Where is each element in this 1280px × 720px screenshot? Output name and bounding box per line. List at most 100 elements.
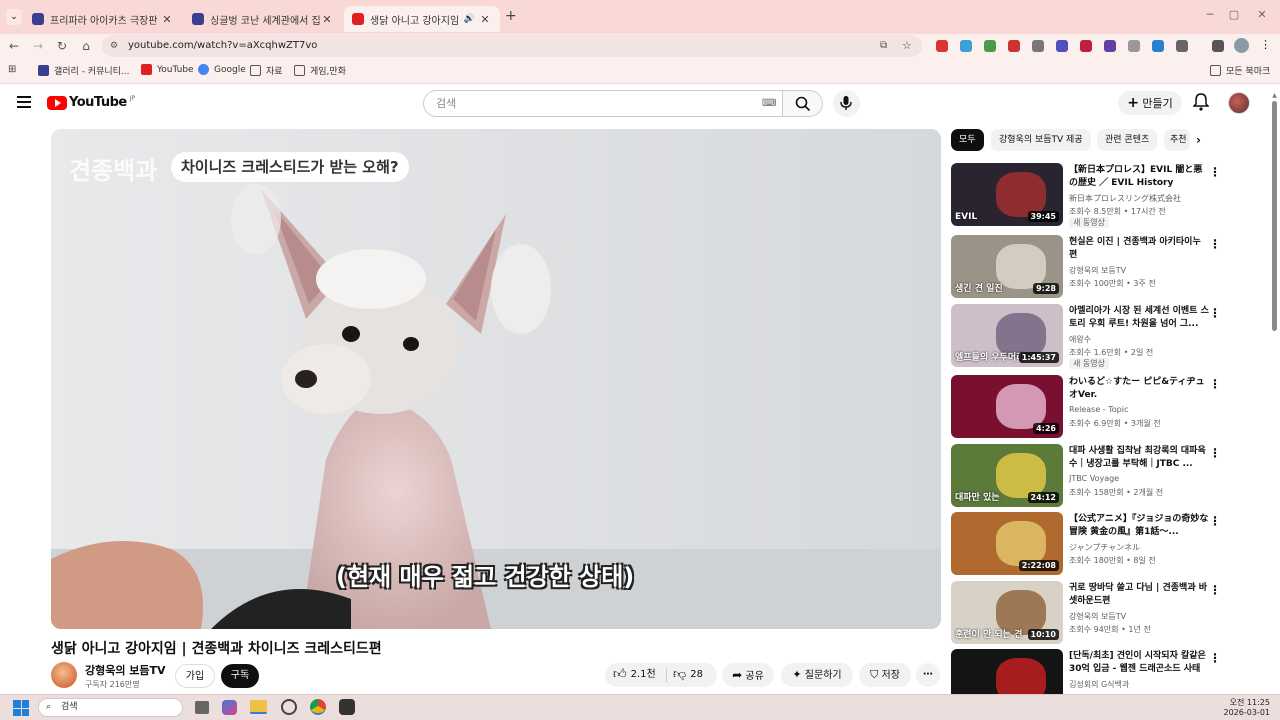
more-options-icon[interactable]: ⋮: [1209, 514, 1221, 528]
video-thumbnail[interactable]: 4:26: [951, 375, 1063, 438]
extension-icon[interactable]: [1080, 40, 1092, 52]
chips-next-chevron-icon[interactable]: ›: [1196, 133, 1201, 147]
close-window-icon[interactable]: ✕: [1252, 8, 1272, 21]
recommendation-title[interactable]: 귀로 땅바닥 쓸고 다님 | 견종백과 바셋하운드편: [1069, 582, 1209, 608]
browser-tab-1[interactable]: 프리파라 아이카츠 극장판 후기 ✕: [24, 6, 182, 32]
channel-avatar[interactable]: [51, 662, 77, 688]
video-thumbnail[interactable]: 대파만 있는 24:12: [951, 444, 1063, 507]
more-options-icon[interactable]: ⋮: [1209, 306, 1221, 320]
tab-close-icon[interactable]: ✕: [160, 13, 174, 26]
recommendation-channel[interactable]: 강형욱의 보듬TV: [1069, 611, 1126, 622]
extension-icon[interactable]: [1008, 40, 1020, 52]
apps-grid-icon[interactable]: ⊞: [8, 64, 16, 75]
join-button[interactable]: 가입: [175, 664, 215, 688]
more-options-icon[interactable]: ⋮: [1209, 237, 1221, 251]
profile-avatar[interactable]: [1234, 38, 1249, 53]
home-icon[interactable]: ⌂: [78, 38, 94, 54]
chip-all[interactable]: 모두: [951, 129, 984, 151]
extensions-puzzle-icon[interactable]: [1176, 40, 1188, 52]
extension-icon[interactable]: [1104, 40, 1116, 52]
recommendation-item[interactable]: 생긴 견 일진 9:28 현실은 이진 | 견종백과 아키타이누편강형욱의 보듬TV…: [951, 235, 1221, 299]
chip-channel[interactable]: 강형욱의 보듬TV 제공: [991, 129, 1091, 151]
browser-tab-active[interactable]: 생닭 아니고 강아지임 | 견종 🔊 ✕: [344, 6, 500, 32]
bookmark-gallery[interactable]: 갤러리 - 커뮤니티...: [38, 64, 130, 77]
video-thumbnail[interactable]: 생긴 견 일진 9:28: [951, 235, 1063, 298]
youtube-logo[interactable]: YouTube JP: [47, 95, 135, 110]
more-options-icon[interactable]: ⋮: [1209, 651, 1221, 665]
share-button[interactable]: ➦ 공유: [722, 663, 774, 687]
install-app-icon[interactable]: ⧉: [880, 35, 887, 57]
recommendation-channel[interactable]: ジャンプチャンネル: [1069, 542, 1140, 553]
video-thumbnail[interactable]: 훈련이 안 되는 견 10:10: [951, 581, 1063, 644]
recommendation-item[interactable]: 훈련이 안 되는 견 10:10 귀로 땅바닥 쓸고 다님 | 견종백과 바셋하운드…: [951, 581, 1221, 645]
recommendation-title[interactable]: 【公式アニメ】『ジョジョの奇妙な冒険 黄金の風』第1話〜...: [1069, 513, 1209, 539]
voice-search-button[interactable]: [833, 90, 860, 117]
recommendation-channel[interactable]: 강형욱의 보듬TV: [1069, 265, 1126, 276]
audio-playing-icon[interactable]: 🔊: [464, 14, 475, 24]
scrollbar-thumb[interactable]: [1272, 101, 1277, 331]
keyboard-icon[interactable]: ⌨: [762, 91, 776, 116]
more-actions-button[interactable]: ⋯: [916, 663, 940, 687]
recommendation-channel[interactable]: 新日本プロレスリング株式会社: [1069, 193, 1181, 204]
recommendation-channel[interactable]: 김성회의 G식백과: [1069, 679, 1129, 690]
chip-related[interactable]: 관련 콘텐츠: [1097, 129, 1158, 151]
reading-list-icon[interactable]: [1212, 40, 1224, 52]
more-options-icon[interactable]: ⋮: [1209, 377, 1221, 391]
extension-icon[interactable]: [1056, 40, 1068, 52]
video-player[interactable]: 견종백과 차이니즈 크레스티드가 받는 오해? (현재 매우 젊고 건강한 상태…: [51, 129, 941, 629]
like-button[interactable]: 👍︎ 2.1천: [613, 663, 656, 687]
chrome-icon[interactable]: [310, 699, 326, 715]
bookmark-folder-resources[interactable]: 자료: [250, 64, 283, 77]
recommendation-title[interactable]: 아멜리아가 시장 된 세계선 이벤트 스토리 우회 루트! 차원을 넘어 그..…: [1069, 305, 1209, 331]
recommendation-title[interactable]: わいるど☆すたー ピピ&ティヂュオVer.: [1069, 376, 1209, 402]
recommendation-item[interactable]: 엘프들의 우두머리 1:45:37 아멜리아가 시장 된 세계선 이벤트 스토리 우…: [951, 304, 1221, 369]
recommendation-title[interactable]: 대파 사생활 집착남 최강록의 대파육수｜냉장고를 부탁해｜JTBC ...: [1069, 445, 1209, 471]
save-button[interactable]: ⛉ 저장: [859, 663, 911, 687]
recommendation-title[interactable]: 【新日本プロレス】EVIL 闇と悪の歴史 ／ EVIL History 2015…: [1069, 164, 1209, 190]
tab-close-icon[interactable]: ✕: [320, 13, 334, 26]
forward-arrow-icon[interactable]: →: [30, 38, 46, 54]
more-options-icon[interactable]: ⋮: [1209, 583, 1221, 597]
clock-date[interactable]: 2026-03-01: [1218, 708, 1271, 717]
app-icon[interactable]: [339, 699, 355, 715]
recommendation-channel[interactable]: Release - Topic: [1069, 405, 1128, 414]
site-info-icon[interactable]: ⚙: [110, 35, 118, 57]
recommendation-item[interactable]: 2:22:08 【公式アニメ】『ジョジョの奇妙な冒険 黄金の風』第1話〜... ジャ…: [951, 512, 1221, 576]
extension-icon[interactable]: [984, 40, 996, 52]
bookmark-google[interactable]: Google: [198, 64, 246, 75]
file-explorer-icon[interactable]: [250, 700, 267, 714]
video-thumbnail[interactable]: EVIL 39:45: [951, 163, 1063, 226]
video-thumbnail[interactable]: 엘프들의 우두머리 1:45:37: [951, 304, 1063, 367]
task-view-icon[interactable]: [195, 701, 209, 714]
channel-name[interactable]: 강형욱의 보듬TV: [85, 662, 166, 678]
recommendation-item[interactable]: 대파만 있는 24:12 대파 사생활 집착남 최강록의 대파육수｜냉장고를 부탁해…: [951, 444, 1221, 508]
search-button[interactable]: [782, 90, 823, 117]
create-button[interactable]: + 만들기: [1118, 91, 1182, 115]
subscribe-button[interactable]: 구독: [221, 664, 259, 688]
browser-menu-icon[interactable]: ⋮: [1260, 38, 1271, 51]
new-tab-plus-icon[interactable]: +: [505, 8, 517, 24]
tab-list-dropdown-icon[interactable]: ⌄: [6, 9, 22, 25]
scrollbar-up-arrow-icon[interactable]: ▲: [1271, 92, 1278, 99]
minimize-icon[interactable]: ─: [1200, 8, 1220, 21]
more-options-icon[interactable]: ⋮: [1209, 165, 1221, 179]
recommendation-title[interactable]: 현실은 이진 | 견종백과 아키타이누편: [1069, 236, 1209, 262]
recommendation-item[interactable]: EVIL 39:45 【新日本プロレス】EVIL 闇と悪の歴史 ／ EVIL His…: [951, 163, 1221, 228]
maximize-icon[interactable]: ▢: [1224, 8, 1244, 21]
download-icon[interactable]: [1152, 40, 1164, 52]
extension-icon[interactable]: [1032, 40, 1044, 52]
account-avatar[interactable]: [1228, 92, 1250, 114]
recommendation-channel[interactable]: 애왕수: [1069, 334, 1091, 345]
tab-close-icon[interactable]: ✕: [478, 13, 492, 26]
clock-time[interactable]: 오전 11:25: [1218, 697, 1270, 708]
video-thumbnail[interactable]: 2:22:08: [951, 512, 1063, 575]
recommendation-title[interactable]: [단독/최초] 견인이 시작되자 칼같은 30억 입금 - 웹젠 드래곤소드 사…: [1069, 650, 1209, 676]
widgets-icon[interactable]: [222, 700, 237, 715]
all-bookmarks[interactable]: 모든 북마크: [1210, 64, 1270, 77]
recommendation-channel[interactable]: JTBC Voyage: [1069, 474, 1119, 483]
reload-icon[interactable]: ↻: [54, 38, 70, 54]
chip-recommended[interactable]: 추천: [1164, 129, 1190, 151]
app-icon[interactable]: [281, 699, 297, 715]
windows-start-icon[interactable]: [13, 700, 29, 716]
search-input[interactable]: 검색 ⌨: [423, 90, 783, 117]
